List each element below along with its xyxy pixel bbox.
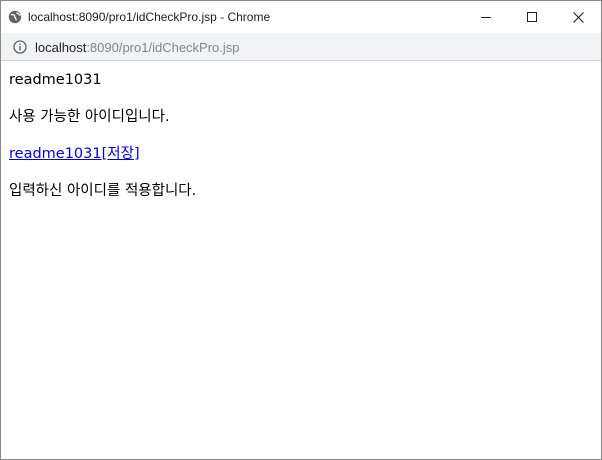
save-link-id: readme1031 (9, 146, 102, 162)
apply-message: 입력하신 아이디를 적용합니다. (9, 183, 197, 199)
save-link-line: readme1031[저장] (9, 145, 593, 164)
minimize-icon (481, 17, 491, 18)
url-text[interactable]: localhost:8090/pro1/idCheckPro.jsp (35, 40, 240, 55)
user-id-text: readme1031 (9, 72, 102, 88)
address-bar[interactable]: localhost:8090/pro1/idCheckPro.jsp (1, 33, 601, 61)
window-controls (463, 1, 601, 33)
url-host: localhost (35, 39, 87, 55)
page-content: readme1031 사용 가능한 아이디입니다. readme1031[저장]… (1, 61, 601, 227)
available-message: 사용 가능한 아이디입니다. (9, 109, 170, 125)
window-title: localhost:8090/pro1/idCheckPro.jsp - Chr… (28, 10, 271, 24)
info-icon[interactable] (13, 40, 27, 54)
close-button[interactable] (555, 1, 601, 33)
browser-window: localhost:8090/pro1/idCheckPro.jsp - Chr… (0, 0, 602, 460)
save-id-link[interactable]: readme1031[저장] (9, 146, 140, 162)
url-path: :8090/pro1/idCheckPro.jsp (86, 39, 240, 55)
maximize-icon (527, 12, 537, 22)
title-bar[interactable]: localhost:8090/pro1/idCheckPro.jsp - Chr… (1, 1, 601, 33)
maximize-button[interactable] (509, 1, 555, 33)
minimize-button[interactable] (463, 1, 509, 33)
globe-icon (8, 10, 22, 24)
save-link-label: [저장] (101, 146, 140, 162)
close-icon (572, 11, 584, 23)
